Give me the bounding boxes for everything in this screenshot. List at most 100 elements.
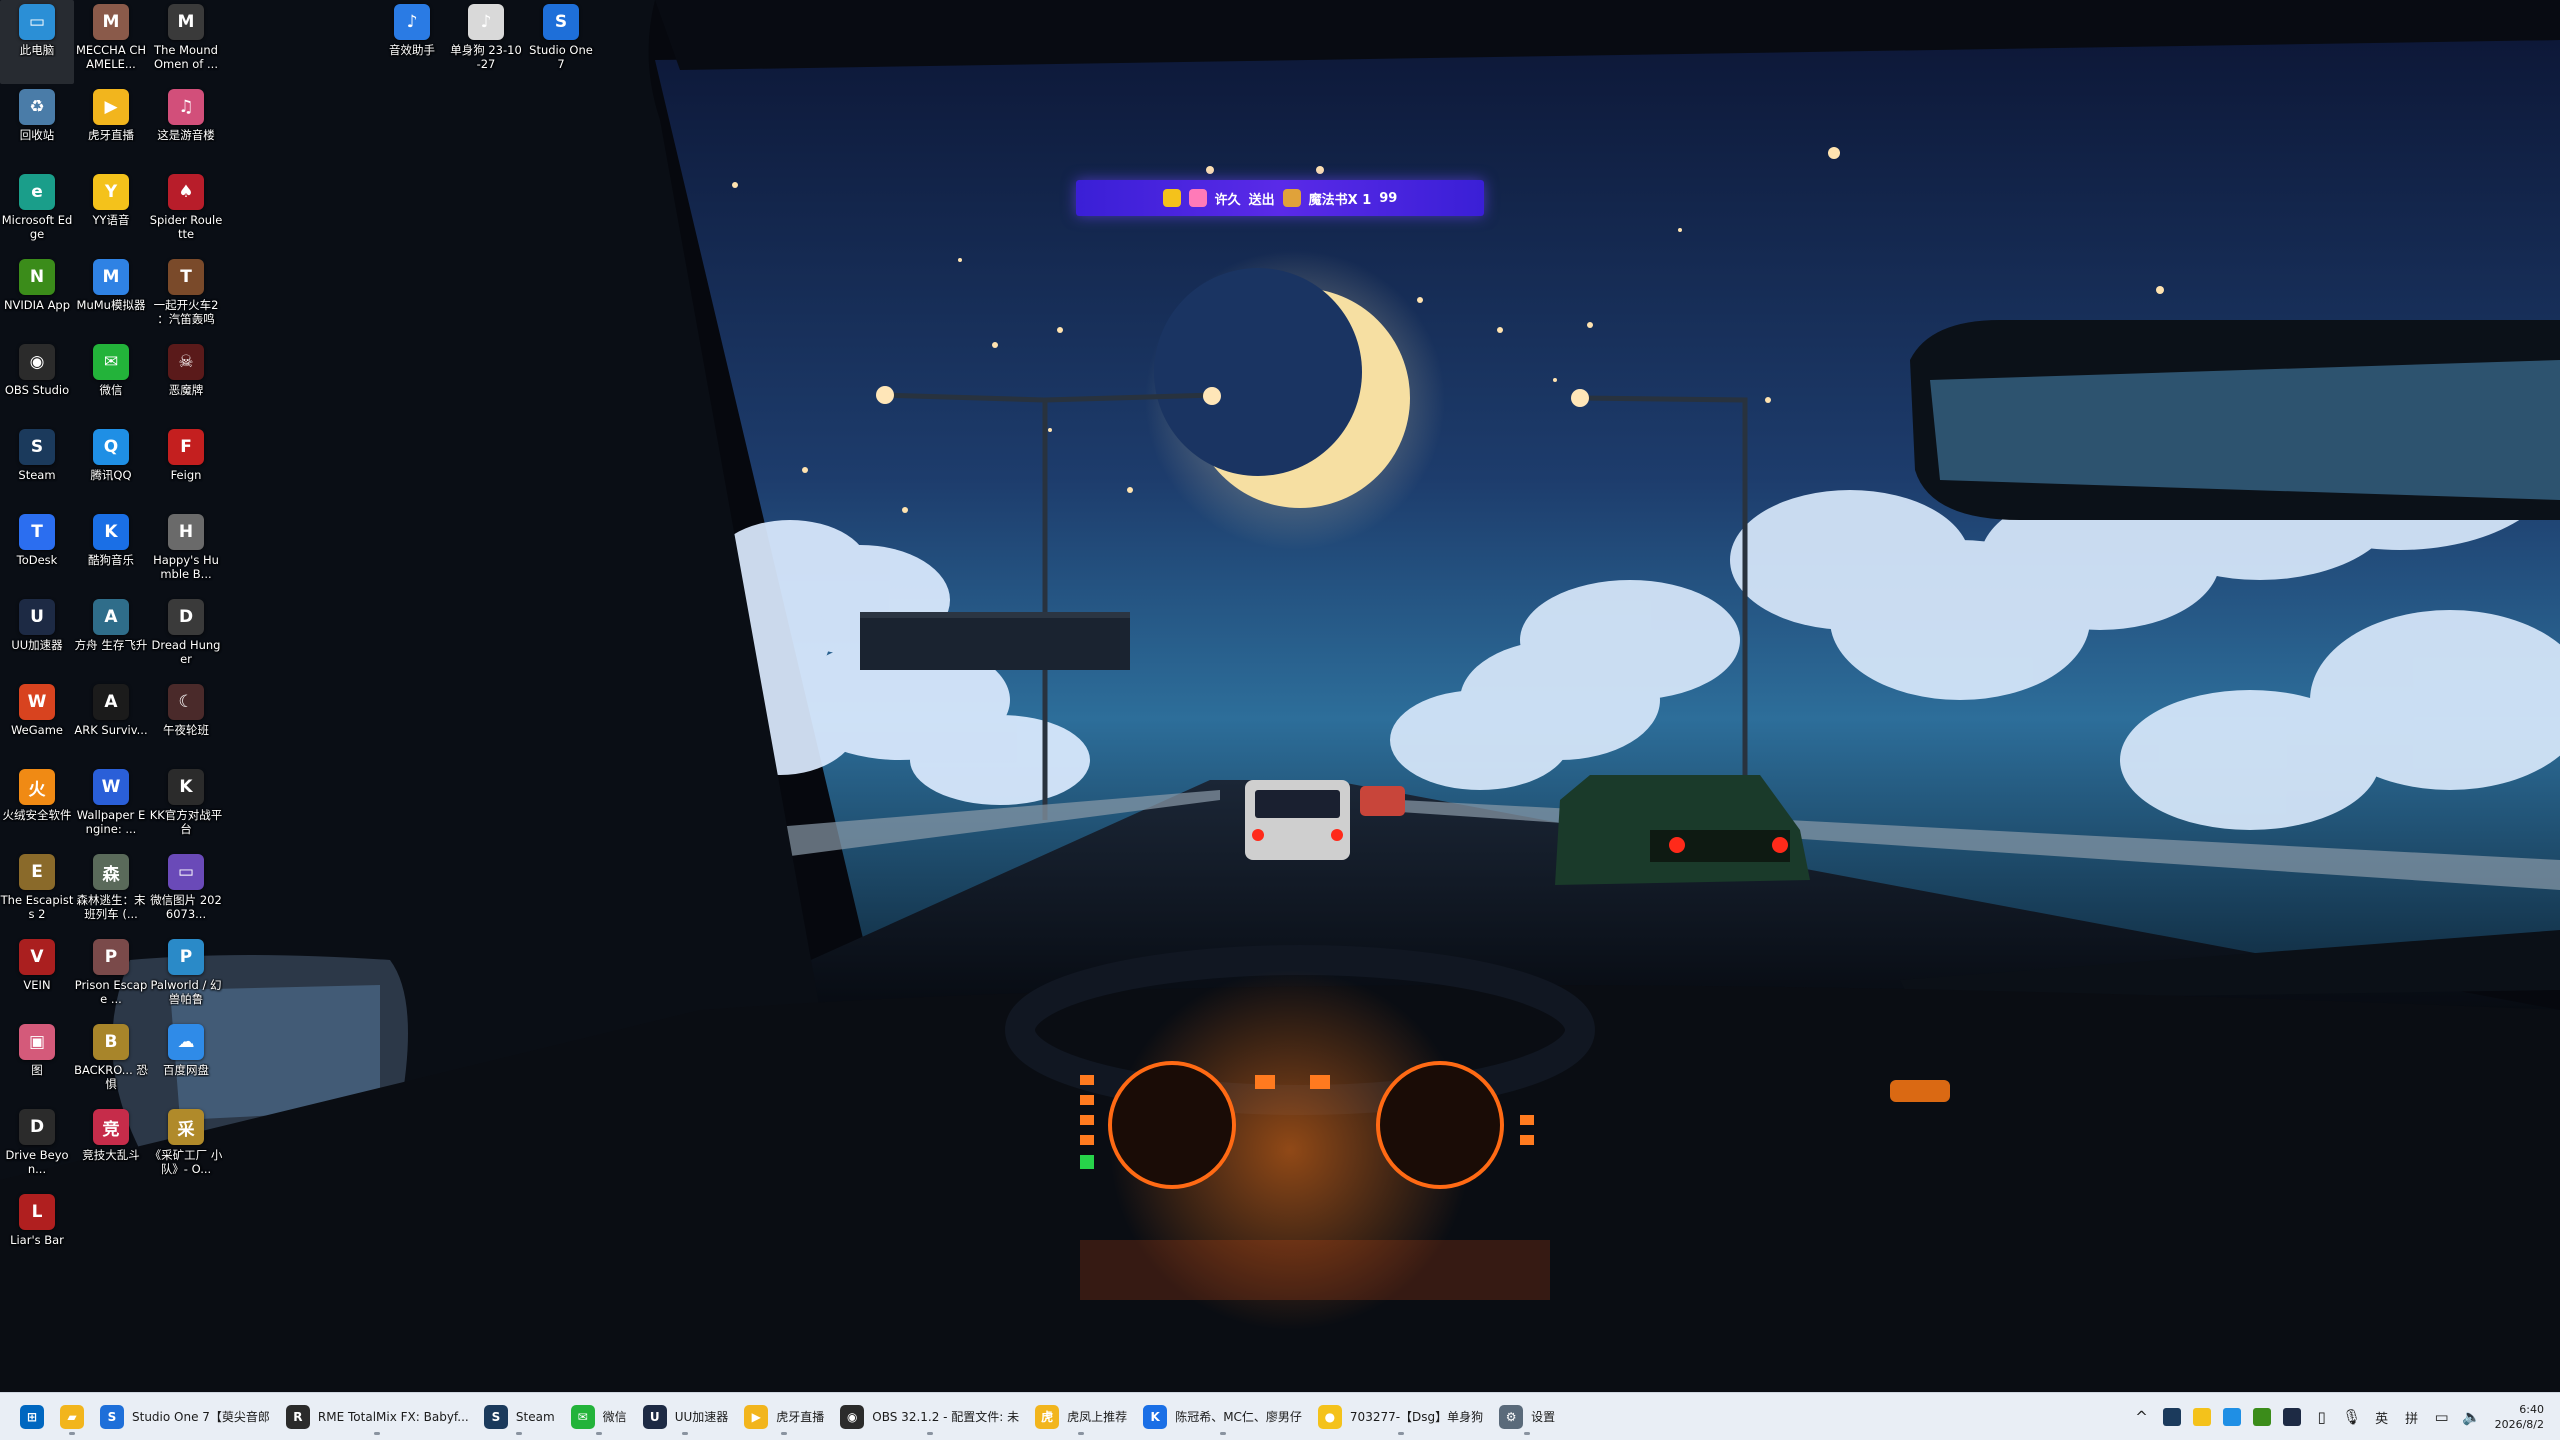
network-icon[interactable]: ▭ [2429,1402,2455,1432]
show-hidden-icons-button[interactable]: ^ [2129,1402,2155,1432]
taskbar-uu[interactable]: U UU加速器 [635,1397,737,1437]
desktop-icon-recycle[interactable]: ♻ 回收站 [0,85,74,169]
kuangshan-icon: 采 [168,1109,204,1145]
backrooms-icon: B [93,1024,129,1060]
taskbar-settings[interactable]: ⚙ 设置 [1491,1397,1563,1437]
desktop-icon-jingji[interactable]: 竞竞技大乱斗 [74,1105,148,1189]
desktop-icon-backrooms[interactable]: B BACKRO... 恐惧 [74,1020,148,1104]
qq-icon: Q [93,429,129,465]
start-icon: ⊞ [20,1404,44,1429]
wallpaper-icon: W [93,769,129,805]
desktop-icon-kk[interactable]: K KK官方对战平台 [149,765,223,849]
desktop-icon-label: 方舟 生存飞升 [74,638,148,652]
desktop-icon-studio-one[interactable]: S Studio One 7 [524,0,598,84]
uu-tray-icon[interactable] [2279,1402,2305,1432]
nvidia-tray-icon[interactable] [2249,1402,2275,1432]
desktop-icon-label: Wallpaper Engine: ... [76,808,146,836]
qq-tray-icon[interactable] [2219,1402,2245,1432]
taskbar-label: 设置 [1531,1410,1556,1424]
desktop-icon-emo[interactable]: ☠ 恶魔牌 [149,340,223,424]
desktop-icon-palworld[interactable]: P Palworld / 幻兽帕鲁 [149,935,223,1019]
desktop-icon-ark[interactable]: A ARK Surviv... [74,680,148,764]
desktop-icon-feign[interactable]: F Feign [149,425,223,509]
desktop-icon-edge[interactable]: e Microsoft Edge [0,170,74,254]
edge-icon: e [19,174,55,210]
drive-icon: D [19,1109,55,1145]
desktop-icon-vein[interactable]: V VEIN [0,935,74,1019]
desktop-icon-steam[interactable]: S Steam [0,425,74,509]
desktop-icon-kuangshan[interactable]: 采《采矿工厂 小队》- O... [149,1105,223,1189]
kugou-icon: K [1143,1404,1168,1429]
desktop-icon-kugou[interactable]: K 酷狗音乐 [74,510,148,594]
desktop-icon-label: Drive Beyon... [5,1148,69,1176]
taskbar-live[interactable]: ● 703277-【Dsg】单身狗 [1310,1397,1491,1437]
desktop-icon-mumu[interactable]: M MuMu模拟器 [74,255,148,339]
taskbar-huya[interactable]: ▶ 虎牙直播 [736,1397,832,1437]
baidu-icon: ☁ [168,1024,204,1060]
app-tray-icon[interactable] [2189,1402,2215,1432]
taskbar-explorer[interactable]: ▰ [52,1397,92,1437]
battery-icon[interactable]: ▯ [2309,1402,2335,1432]
desktop-icon-label: 微信图片 2026073... [150,893,222,921]
desktop-icon-liars[interactable]: L Liar's Bar [0,1190,74,1274]
taskbar-start[interactable]: ⊞ [12,1397,52,1437]
desktop-icon-spider[interactable]: ♠ Spider Roulette [149,170,223,254]
desktop-icon-wechat[interactable]: ✉ 微信 [74,340,148,424]
desktop-icon-prison[interactable]: P Prison Escape ... [74,935,148,1019]
desktop-icon-wegame[interactable]: W WeGame [0,680,74,764]
desktop-icon-tu[interactable]: ▣ 图 [0,1020,74,1104]
explorer-icon: ▰ [60,1404,84,1429]
desktop-icon-senlin[interactable]: 森森林逃生：末班列车 (... [74,850,148,934]
desktop-icon-todesk[interactable]: T ToDesk [0,510,74,594]
ime-mode-indicator[interactable]: 拼 [2399,1402,2425,1432]
desktop-icon-mound[interactable]: M The Mound Omen of ... [149,0,223,84]
desktop-icon-label: NVIDIA App [3,298,71,312]
taskbar-obs[interactable]: ◉ OBS 32.1.2 - 配置文件: 未 [832,1397,1027,1437]
taskbar-studio-one[interactable]: S Studio One 7【萸尖音郎 [92,1397,278,1437]
desktop-icon-wuye[interactable]: ☾ 午夜轮班 [149,680,223,764]
taskbar-kugou[interactable]: K 陈冠希、MC仁、廖男仔 [1135,1397,1310,1437]
live-icon: ● [1317,1404,1342,1429]
desktop-icon-this-pc[interactable]: ▭ 此电脑 [0,0,74,84]
desktop-icon-wallpaper[interactable]: W Wallpaper Engine: ... [74,765,148,849]
desktop-icon-zheshi[interactable]: ♫ 这是游音楼 [149,85,223,169]
kk-icon: K [168,769,204,805]
taskbar-label: 703277-【Dsg】单身狗 [1349,1410,1484,1424]
taskbar-huya-rec[interactable]: 虎虎凤上推荐 [1027,1397,1135,1437]
desktop-icon-drive[interactable]: D Drive Beyon... [0,1105,74,1189]
desktop-icon-huorong[interactable]: 火火绒安全软件 [0,765,74,849]
uu-icon: U [642,1404,667,1429]
microphone-icon[interactable]: 🎙 [2339,1402,2365,1432]
desktop-icon-escapists[interactable]: E The Escapists 2 [0,850,74,934]
desktop-icon-obs[interactable]: ◉ OBS Studio [0,340,74,424]
desktop-icon-dread[interactable]: D Dread Hunger [149,595,223,679]
desktop-icon-train[interactable]: T 一起开火车2 ：汽笛轰鸣 [149,255,223,339]
volume-icon[interactable]: 🔈 [2459,1402,2485,1432]
taskbar-rme[interactable]: R RME TotalMix FX: Babyf... [278,1397,476,1437]
taskbar-steam[interactable]: S Steam [476,1397,563,1437]
desktop-icon-label: ToDesk [16,553,58,567]
desktop-icon-wximg[interactable]: ▭ 微信图片 2026073... [149,850,223,934]
settings-icon: ⚙ [1499,1404,1524,1429]
desktop-icon-meccha[interactable]: M MECCHA CHAMELE... [74,0,148,84]
desktop-icon-baidu[interactable]: ☁ 百度网盘 [149,1020,223,1104]
steam-tray-icon[interactable] [2159,1402,2185,1432]
danshengou-icon: ♪ [468,4,504,40]
desktop-icon-uu[interactable]: U UU加速器 [0,595,74,679]
clock[interactable]: 6:40 2026/8/2 [2489,1402,2550,1432]
desktop-icon-qq[interactable]: Q 腾讯QQ [74,425,148,509]
desktop-icon-danshengou[interactable]: ♪ 单身狗 23-10-27 [449,0,523,84]
desktop-icon-huya[interactable]: ▶ 虎牙直播 [74,85,148,169]
clock-date: 2026/8/2 [2494,1418,2544,1431]
desktop-icon-label: 这是游音楼 [157,128,215,142]
recycle-icon: ♻ [19,89,55,125]
ime-language-indicator[interactable]: 英 [2369,1402,2395,1432]
desktop-icon-humble[interactable]: H Happy's Humble B... [149,510,223,594]
desktop-icon-nvidia[interactable]: N NVIDIA App [0,255,74,339]
desktop-icon-label: Spider Roulette [149,213,223,241]
desktop-icon-fangzhou[interactable]: A 方舟 生存飞升 [74,595,148,679]
desktop-icon-yy[interactable]: Y YY语音 [74,170,148,254]
taskbar-label: RME TotalMix FX: Babyf... [317,1409,468,1424]
taskbar-wechat[interactable]: ✉ 微信 [563,1397,635,1437]
desktop-icon-yinxiao[interactable]: ♪ 音效助手 [375,0,449,84]
